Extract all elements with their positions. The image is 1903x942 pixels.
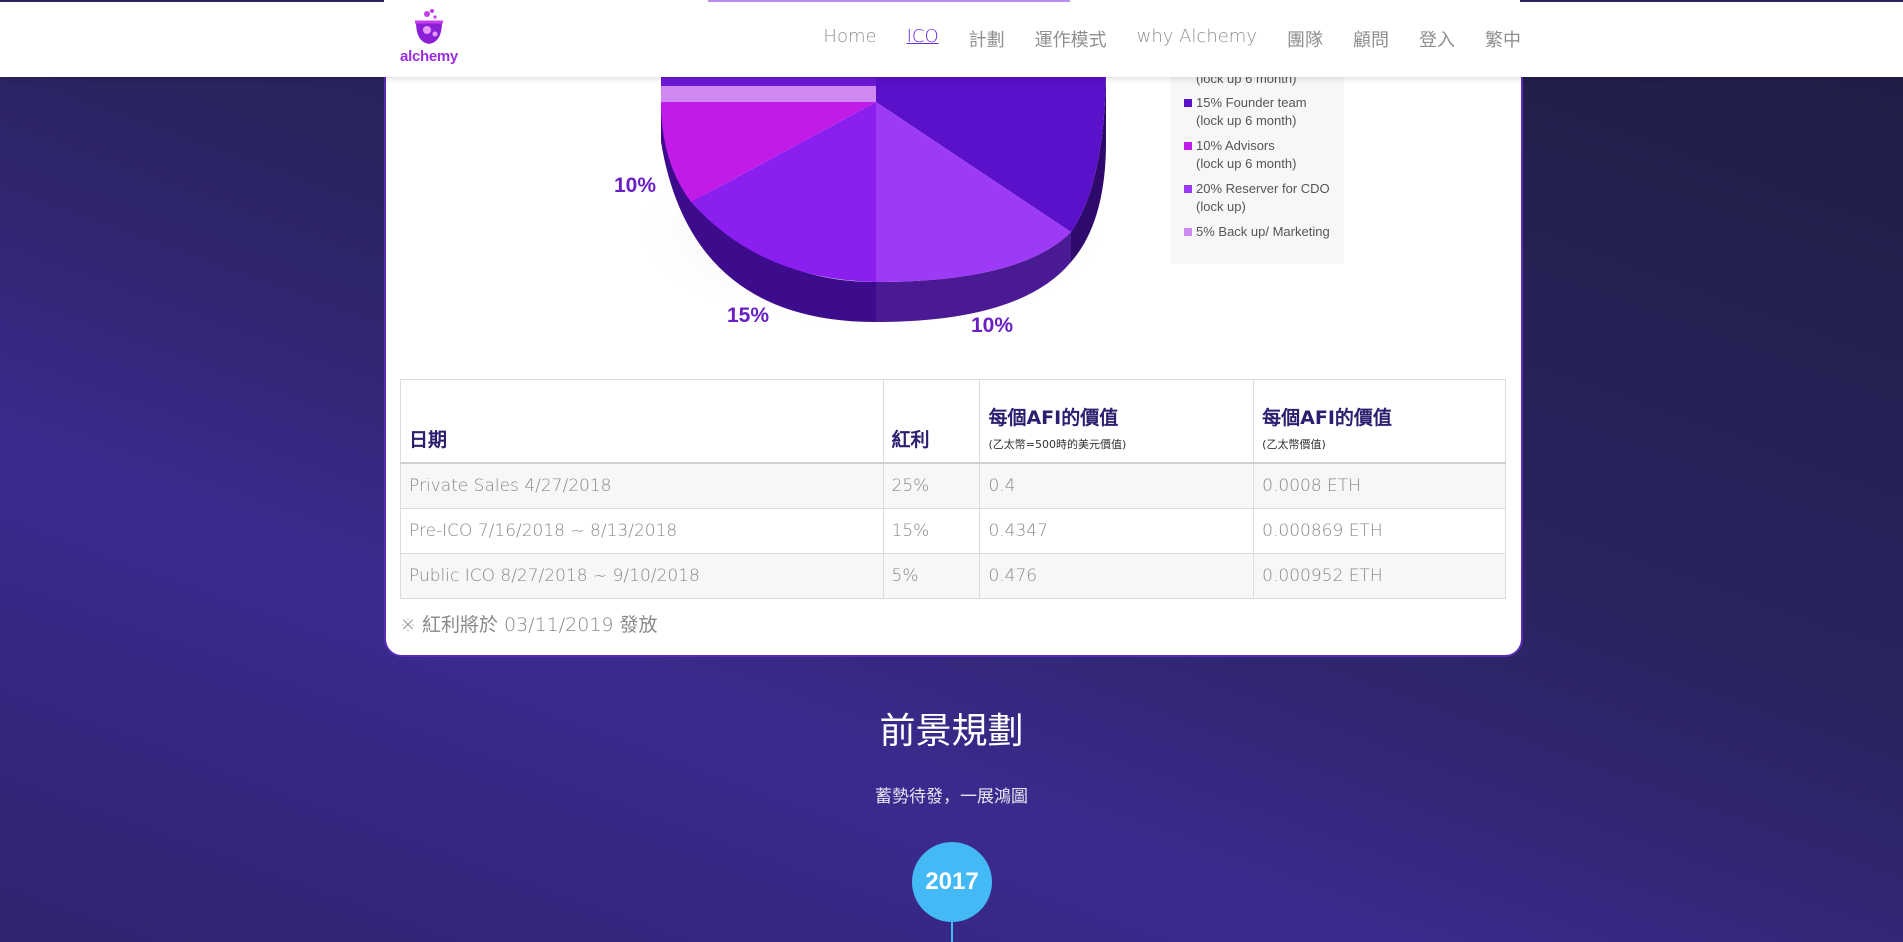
legend-text-reserve: 20% Reserver for CDO (lock up)	[1184, 180, 1346, 216]
legend-text-founder: 15% Founder team (lock up 6 month)	[1184, 94, 1346, 130]
cell-value-usd: 0.4	[979, 462, 1255, 509]
table-row: Public ICO 8/27/2018 ~ 9/10/2018 5% 0.47…	[400, 553, 1506, 599]
cell-date: Public ICO 8/27/2018 ~ 9/10/2018	[400, 553, 884, 599]
top-navigation-bar: alchemy Home ICO 計劃 運作模式 why Alchemy 團隊 …	[0, 0, 1903, 77]
nav-team[interactable]: 團隊	[1287, 26, 1323, 52]
cell-date: Private Sales 4/27/2018	[400, 462, 884, 509]
header-date: 日期	[400, 379, 884, 464]
top-border-left	[0, 0, 384, 2]
nav-plan[interactable]: 計劃	[969, 26, 1005, 52]
logo-text: alchemy	[400, 48, 458, 65]
legend-item-advisors: 10% Advisors (lock up 6 month)	[1184, 137, 1346, 173]
top-border-accent	[708, 0, 1070, 2]
top-border-right	[1520, 0, 1903, 2]
cell-value-eth: 0.000952 ETH	[1253, 553, 1506, 599]
legend-founder-line2: (lock up 6 month)	[1196, 113, 1297, 128]
pie-label-10a: 10%	[614, 174, 657, 197]
header-value-eth-sub: (乙太幣價值)	[1262, 438, 1326, 451]
pie-slice-backup	[661, 86, 876, 102]
table-row: Pre-ICO 7/16/2018 ~ 8/13/2018 15% 0.4347…	[400, 508, 1506, 554]
header-value-eth: 每個AFI的價值 (乙太幣價值)	[1253, 379, 1506, 464]
table-row: Private Sales 4/27/2018 25% 0.4 0.0008 E…	[400, 462, 1506, 509]
ico-card: 10% 15% 10% (lock up 6 month) 15% Founde…	[384, 0, 1523, 657]
header-value-eth-title: 每個AFI的價值	[1262, 407, 1392, 429]
header-bonus: 紅利	[882, 379, 981, 464]
pie-label-15: 15%	[727, 304, 770, 327]
roadmap-title: 前景規劃	[879, 711, 1024, 752]
bonus-note: ※ 紅利將於 03/11/2019 發放	[400, 614, 658, 636]
timeline-year-badge[interactable]: 2017	[912, 842, 992, 922]
pie-label-10b: 10%	[971, 314, 1014, 337]
ico-sales-table: 日期 紅利 每個AFI的價值 (乙太幣=500時的美元價值) 每個AFI的價值 (乙…	[400, 379, 1506, 599]
legend-text-advisors: 10% Advisors (lock up 6 month)	[1184, 137, 1346, 173]
roadmap-subtitle: 蓄勢待發，一展鴻圖	[875, 787, 1028, 807]
header-date-title: 日期	[409, 429, 448, 451]
timeline-line	[951, 922, 953, 942]
cell-bonus: 15%	[882, 508, 981, 554]
cell-value-usd: 0.4347	[979, 508, 1255, 554]
cell-value-eth: 0.0008 ETH	[1253, 462, 1506, 509]
pie-legend: (lock up 6 month) 15% Founder team (lock…	[1170, 50, 1344, 264]
legend-item-founder: 15% Founder team (lock up 6 month)	[1184, 94, 1346, 130]
legend-swatch-founder	[1184, 99, 1192, 107]
header-value-usd: 每個AFI的價值 (乙太幣=500時的美元價值)	[979, 379, 1255, 464]
legend-advisors-line1: 10% Advisors	[1196, 138, 1275, 153]
nav-operation-model[interactable]: 運作模式	[1035, 26, 1107, 52]
nav-ico[interactable]: ICO	[907, 26, 939, 52]
legend-founder-line1: 15% Founder team	[1196, 95, 1307, 110]
cell-bonus: 5%	[882, 553, 981, 599]
legend-reserve-line1: 20% Reserver for CDO	[1196, 181, 1330, 196]
legend-swatch-advisors	[1184, 142, 1192, 150]
header-value-usd-sub: (乙太幣=500時的美元價值)	[988, 438, 1127, 451]
legend-text-backup: 5% Back up/ Marketing	[1196, 224, 1330, 239]
cell-value-eth: 0.000869 ETH	[1253, 508, 1506, 554]
cell-value-usd: 0.476	[979, 553, 1255, 599]
cell-bonus: 25%	[882, 462, 981, 509]
legend-reserve-line2: (lock up)	[1196, 199, 1246, 214]
nav-login[interactable]: 登入	[1419, 26, 1455, 52]
nav-language[interactable]: 繁中	[1485, 26, 1521, 52]
header-value-usd-title: 每個AFI的價值	[988, 407, 1119, 429]
table-header-row: 日期 紅利 每個AFI的價值 (乙太幣=500時的美元價值) 每個AFI的價值 (乙…	[400, 379, 1506, 464]
main-nav: Home ICO 計劃 運作模式 why Alchemy 團隊 顧問 登入 繁中	[793, 26, 1521, 52]
legend-advisors-line2: (lock up 6 month)	[1196, 156, 1297, 171]
nav-home[interactable]: Home	[823, 26, 876, 52]
header-bonus-title: 紅利	[891, 429, 930, 451]
legend-item-reserve: 20% Reserver for CDO (lock up)	[1184, 180, 1346, 216]
legend-item-backup: 5% Back up/ Marketing	[1184, 223, 1346, 241]
alchemy-logo[interactable]: alchemy	[394, 8, 464, 68]
nav-why-alchemy[interactable]: why Alchemy	[1137, 26, 1257, 52]
legend-swatch-reserve	[1184, 185, 1192, 193]
legend-swatch-backup	[1184, 228, 1192, 236]
cell-date: Pre-ICO 7/16/2018 ~ 8/13/2018	[400, 508, 884, 554]
nav-advisors[interactable]: 顧問	[1353, 26, 1389, 52]
flask-logo-icon	[415, 9, 443, 44]
